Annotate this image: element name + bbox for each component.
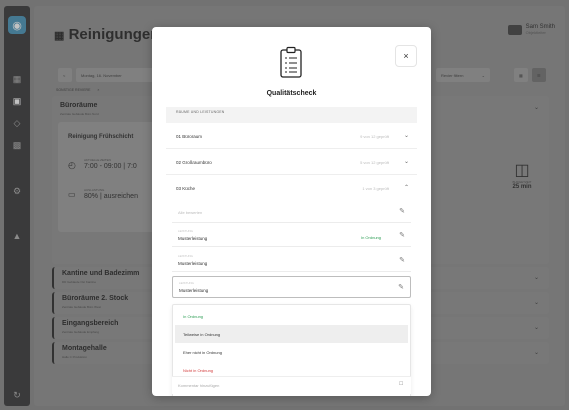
- service-label: Musterleistung: [179, 288, 209, 293]
- chevron-down-icon[interactable]: ⌄: [404, 132, 409, 139]
- comment-icon[interactable]: □: [399, 381, 403, 387]
- section-header: RÄUME UND LEISTUNGEN: [166, 107, 417, 123]
- service-row[interactable]: LEISTUNG Musterleistung In Ordnung ✎: [172, 225, 411, 247]
- chevron-up-icon[interactable]: ⌃: [404, 184, 409, 191]
- option-teilweise[interactable]: Teilweise in Ordnung: [175, 325, 408, 343]
- edit-icon[interactable]: ✎: [399, 207, 405, 215]
- service-label: Musterleistung: [178, 261, 208, 266]
- room-count: 9 von 12 geprüft: [360, 134, 389, 139]
- quality-check-modal: × Qualitätscheck RÄUME UND LEISTUNGEN 01…: [152, 27, 431, 396]
- edit-icon[interactable]: ✎: [399, 256, 405, 264]
- room-row[interactable]: 02 Großraumbüro 5 von 12 geprüft ⌄: [166, 151, 417, 175]
- rate-all-placeholder: Alle bewerten: [178, 210, 203, 215]
- room-row-expanded[interactable]: 03 Küche 1 von 3 geprüft ⌃: [166, 177, 417, 201]
- close-button[interactable]: ×: [395, 45, 417, 67]
- service-label: Musterleistung: [178, 236, 208, 241]
- edit-icon[interactable]: ✎: [399, 231, 405, 239]
- room-label: 03 Küche: [176, 186, 196, 191]
- modal-title: Qualitätscheck: [266, 90, 317, 97]
- status-badge: In Ordnung: [360, 235, 381, 240]
- rate-all-row[interactable]: Alle bewerten ✎: [172, 201, 411, 223]
- comment-placeholder: Kommentar hinzufügen: [178, 383, 220, 388]
- service-row-active[interactable]: LEISTUNG Musterleistung ✎: [172, 276, 411, 298]
- close-icon: ×: [403, 51, 409, 61]
- comment-field[interactable]: Kommentar hinzufügen □: [172, 376, 411, 394]
- room-count: 1 von 3 geprüft: [362, 186, 389, 191]
- room-count: 5 von 12 geprüft: [360, 160, 389, 165]
- edit-icon[interactable]: ✎: [398, 283, 404, 291]
- chevron-down-icon[interactable]: ⌄: [404, 158, 409, 165]
- room-label: 01 Büroraum: [176, 134, 203, 139]
- option-in-ordnung[interactable]: In Ordnung: [175, 307, 408, 325]
- clipboard-icon: [280, 46, 302, 78]
- room-label: 02 Großraumbüro: [176, 160, 212, 165]
- option-eher-nicht[interactable]: Eher nicht in Ordnung: [175, 343, 408, 361]
- room-row[interactable]: 01 Büroraum 9 von 12 geprüft ⌄: [166, 125, 417, 149]
- service-row[interactable]: LEISTUNG Musterleistung ✎: [172, 250, 411, 272]
